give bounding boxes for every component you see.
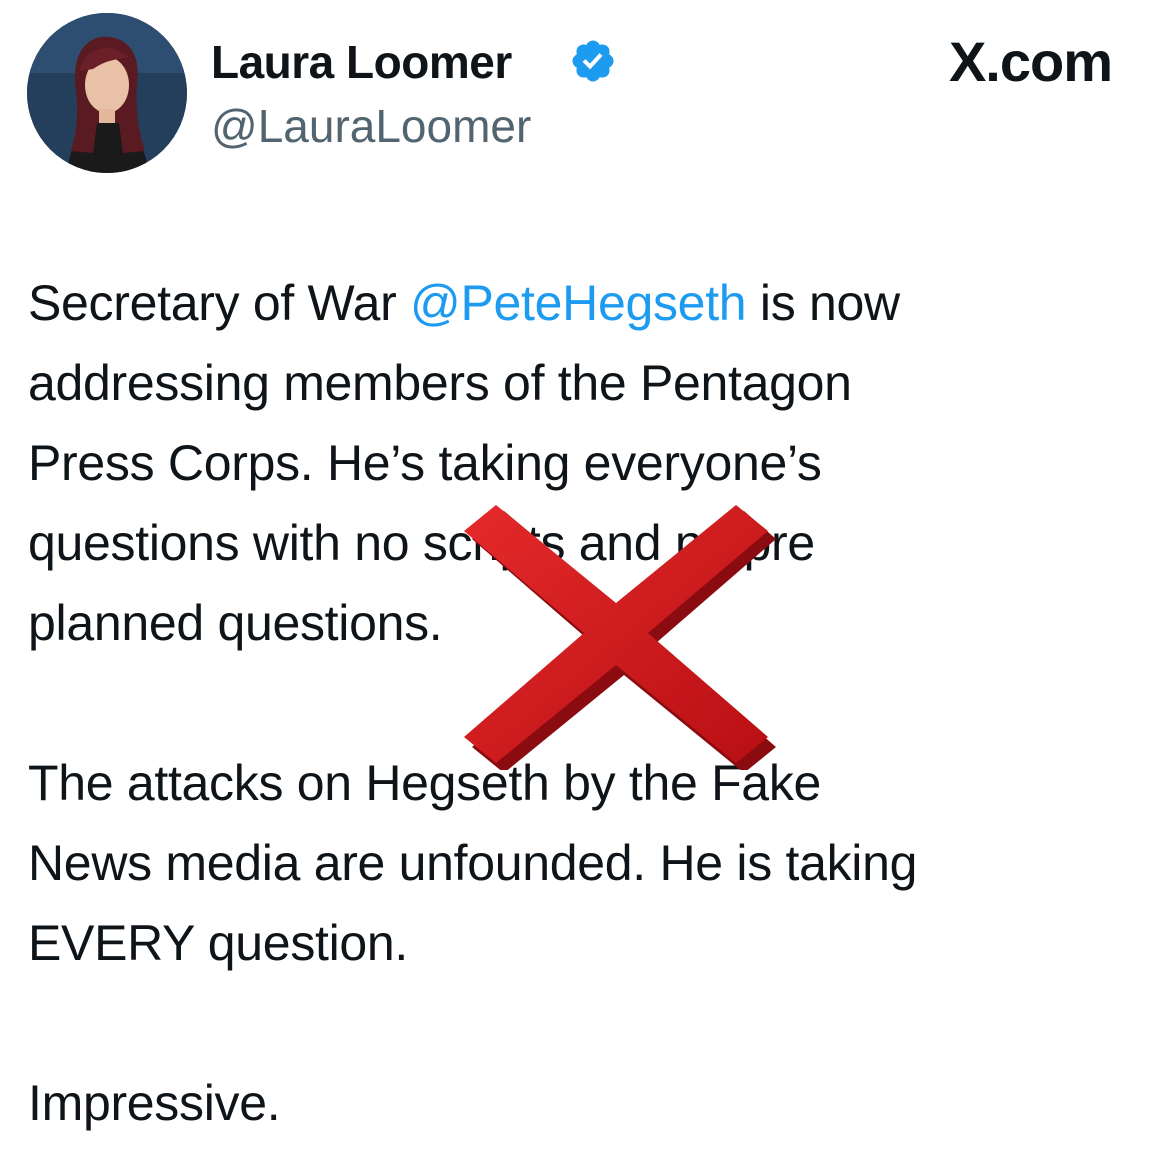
tweet-line: Impressive. bbox=[28, 1075, 281, 1131]
mention-link[interactable]: @PeteHegseth bbox=[410, 275, 747, 331]
display-name[interactable]: Laura Loomer bbox=[211, 34, 512, 90]
tweet-line: addressing members of the Pentagon bbox=[28, 355, 852, 411]
tweet-line: Secretary of War @PeteHegseth is now bbox=[28, 263, 1138, 343]
tweet-text-segment: is now bbox=[746, 275, 900, 331]
red-x-icon bbox=[464, 505, 776, 770]
tweet-text-segment: Secretary of War bbox=[28, 275, 411, 331]
profile-photo bbox=[27, 13, 187, 173]
tweet-line: News media are unfounded. He is taking bbox=[28, 835, 918, 891]
verified-badge-icon bbox=[572, 40, 614, 82]
site-mark: X.com bbox=[948, 30, 1113, 93]
avatar[interactable] bbox=[27, 13, 187, 173]
tweet-line: EVERY question. bbox=[28, 915, 409, 971]
handle[interactable]: @LauraLoomer bbox=[211, 98, 531, 154]
tweet-line: Press Corps. He’s taking everyone’s bbox=[28, 435, 822, 491]
